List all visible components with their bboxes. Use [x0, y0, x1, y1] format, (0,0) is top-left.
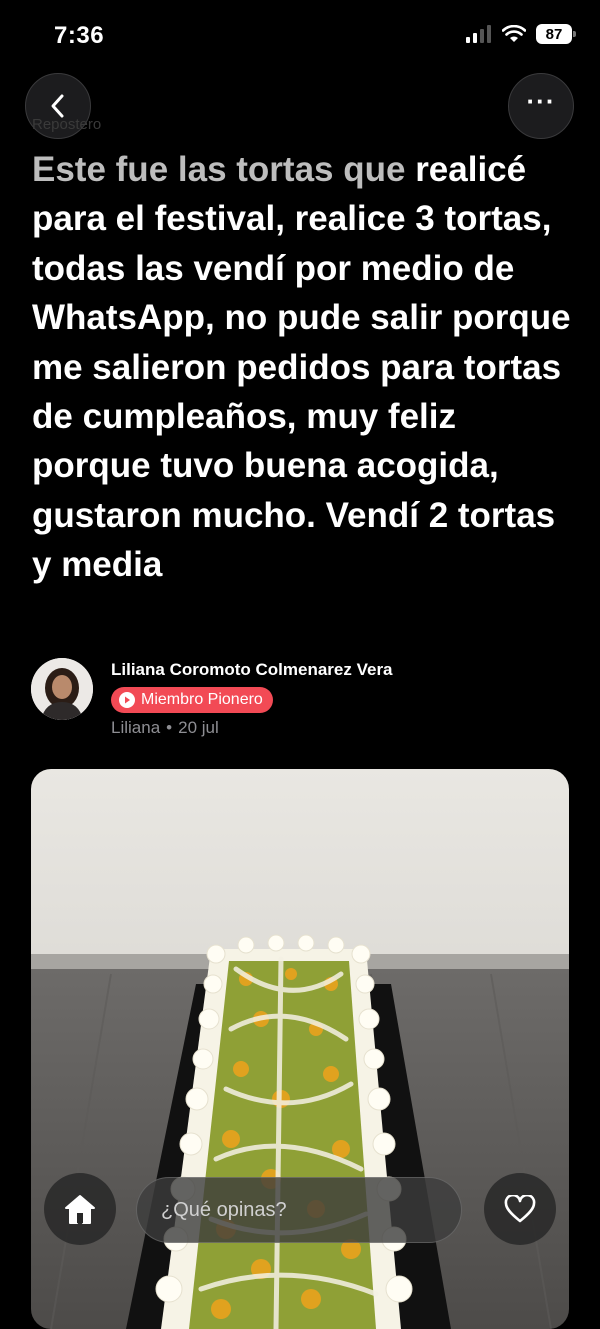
member-badge-label: Miembro Pionero	[141, 691, 263, 708]
member-badge: Miembro Pionero	[111, 687, 273, 713]
post-date: 20 jul	[178, 718, 219, 737]
post-title: Este fue las tortas que realicé para el …	[32, 145, 572, 590]
home-icon	[65, 1195, 95, 1224]
post-title-rest: realicé para el festival, realice 3 tort…	[32, 150, 571, 585]
more-icon: ···	[526, 86, 556, 116]
meta-separator: •	[166, 718, 173, 737]
post-meta: Liliana • 20 jul	[111, 718, 219, 738]
signal-icon	[466, 25, 491, 43]
heart-icon	[504, 1195, 536, 1223]
status-bar: 7:36 87	[0, 0, 600, 76]
group-label: Repostero	[32, 116, 102, 133]
comment-input[interactable]	[136, 1177, 462, 1243]
like-button[interactable]	[484, 1173, 556, 1245]
status-icons: 87	[466, 24, 576, 44]
battery-indicator: 87	[536, 24, 576, 44]
post-title-faded: Este fue las tortas que	[32, 150, 406, 189]
home-button[interactable]	[44, 1173, 116, 1245]
author-name[interactable]: Liliana Coromoto Colmenarez Vera	[111, 660, 393, 680]
status-time: 7:36	[54, 22, 105, 49]
avatar-image	[31, 658, 93, 720]
cake-image	[31, 769, 569, 1329]
more-options-button[interactable]: ···	[508, 73, 574, 139]
author-username: Liliana	[111, 718, 161, 737]
wifi-icon	[502, 25, 526, 42]
post-photo[interactable]	[31, 769, 569, 1329]
author-avatar[interactable]	[31, 658, 93, 720]
play-badge-icon	[119, 692, 135, 708]
